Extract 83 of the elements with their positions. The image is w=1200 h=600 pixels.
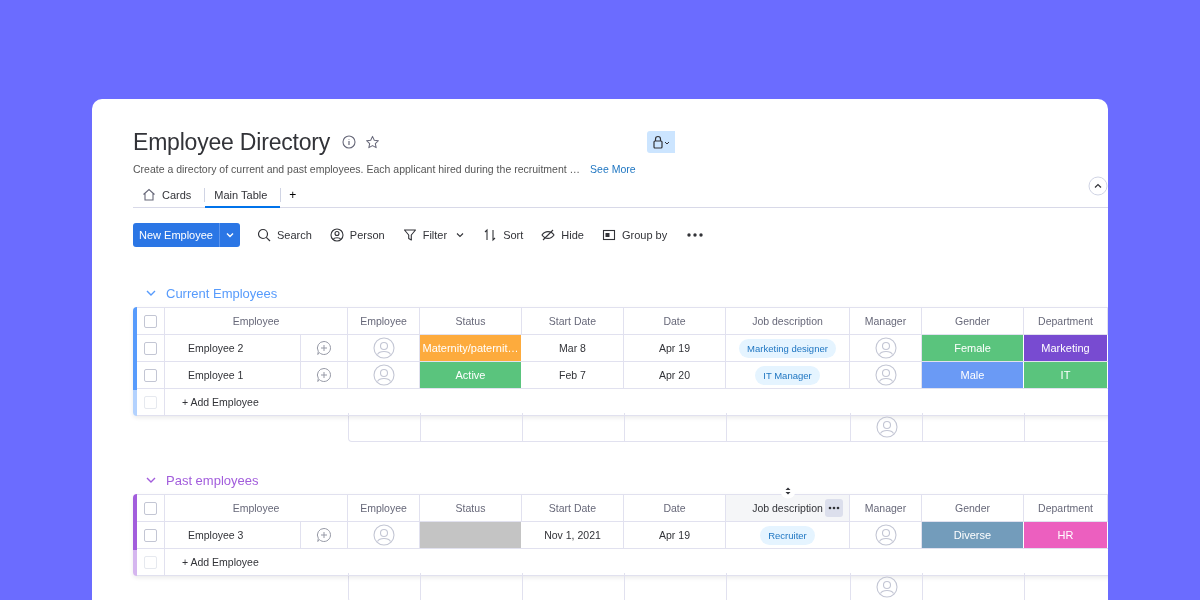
hide-button[interactable]: Hide [532, 223, 593, 247]
lock-icon [652, 135, 671, 149]
collapse-caret-icon[interactable] [145, 475, 157, 485]
new-employee-button[interactable]: New Employee [133, 223, 219, 247]
start-date: Mar 8 [559, 342, 586, 354]
person-avatar-icon[interactable] [372, 364, 395, 386]
employee-name[interactable]: Employee 1 [188, 369, 244, 381]
job-tag[interactable]: IT Manager [755, 365, 820, 385]
employee-name[interactable]: Employee 2 [188, 342, 244, 354]
column-header[interactable]: Employee [165, 308, 348, 334]
column-menu-icon[interactable] [825, 499, 843, 517]
department-label[interactable]: HR [1024, 522, 1108, 548]
view-tab[interactable]: Cards [133, 183, 205, 208]
column-header[interactable]: Start Date [522, 308, 624, 334]
column-header[interactable]: Manager [850, 308, 922, 334]
panel-icon [601, 228, 616, 242]
person-avatar-icon[interactable] [874, 364, 897, 386]
lock-button[interactable] [647, 131, 676, 153]
filter-icon [402, 228, 417, 242]
sort-arrows-icon [483, 228, 498, 242]
status-label[interactable] [420, 522, 522, 548]
search-icon [257, 228, 271, 242]
person-avatar-icon[interactable] [874, 337, 897, 359]
caret-icon [225, 231, 235, 239]
more-icon[interactable] [686, 232, 705, 238]
add-employee-link[interactable]: + Add Employee [182, 556, 259, 568]
job-tag[interactable]: Recruiter [760, 525, 815, 545]
info-icon[interactable] [342, 135, 357, 149]
sort-button[interactable]: Sort [474, 223, 533, 247]
add-employee-link[interactable]: + Add Employee [182, 396, 259, 408]
person-icon [329, 228, 344, 242]
search-button[interactable]: Search [248, 223, 321, 247]
checkbox[interactable] [144, 501, 157, 515]
start-date: Nov 1, 2021 [544, 529, 601, 541]
star-icon[interactable] [365, 134, 381, 150]
collapse-icon[interactable] [1088, 176, 1108, 196]
employee-name[interactable]: Employee 3 [188, 529, 244, 541]
checkbox[interactable] [144, 341, 157, 355]
column-header[interactable]: Job description [726, 495, 850, 521]
checkbox[interactable] [144, 368, 157, 382]
checkbox[interactable] [144, 314, 157, 328]
date: Apr 19 [659, 342, 690, 354]
column-header[interactable]: Employee [165, 495, 348, 521]
person-avatar-icon[interactable] [875, 416, 898, 438]
person-avatar-icon[interactable] [874, 524, 897, 546]
collapse-caret-icon[interactable] [145, 288, 157, 298]
see-more-link[interactable]: See More [590, 163, 636, 175]
person-button[interactable]: Person [320, 223, 394, 247]
column-header[interactable]: Job description [726, 308, 850, 334]
new-menu-button[interactable] [219, 223, 240, 247]
checkbox[interactable] [144, 528, 157, 542]
department-label[interactable]: Marketing [1024, 335, 1108, 361]
board-description: Create a directory of current and past employees. Each applicant hired during the recruitment … [133, 163, 581, 175]
board-title: Employee Directory [133, 128, 331, 156]
person-avatar-icon[interactable] [875, 576, 898, 598]
group-title[interactable]: Past employees [166, 472, 259, 488]
group-button[interactable]: Group by [592, 223, 677, 247]
start-date: Feb 7 [559, 369, 586, 381]
add-update-icon[interactable] [316, 340, 332, 356]
column-header[interactable]: Department [1024, 308, 1108, 334]
column-header[interactable]: Gender [922, 495, 1024, 521]
job-tag[interactable]: Marketing designer [739, 338, 836, 358]
add-update-icon[interactable] [316, 527, 332, 543]
column-header[interactable]: Employee [348, 495, 420, 521]
person-avatar-icon[interactable] [372, 524, 395, 546]
column-header[interactable]: Employee [348, 308, 420, 334]
column-header[interactable]: Status [420, 308, 522, 334]
eye-slash-icon [541, 228, 556, 242]
caret-icon [455, 231, 466, 239]
column-header[interactable]: Date [624, 308, 726, 334]
add-update-icon[interactable] [316, 367, 332, 383]
filter-button[interactable]: Filter [393, 223, 475, 247]
home-icon [142, 188, 156, 201]
date: Apr 20 [659, 369, 690, 381]
column-header[interactable]: Gender [922, 308, 1024, 334]
column-header[interactable]: Status [420, 495, 522, 521]
column-header[interactable]: Start Date [522, 495, 624, 521]
date: Apr 19 [659, 529, 690, 541]
person-avatar-icon[interactable] [372, 337, 395, 359]
column-header[interactable]: Manager [850, 495, 922, 521]
column-header[interactable]: Department [1024, 495, 1108, 521]
view-tab[interactable]: Main Table [205, 183, 281, 208]
add-view-button[interactable]: + [281, 188, 305, 202]
